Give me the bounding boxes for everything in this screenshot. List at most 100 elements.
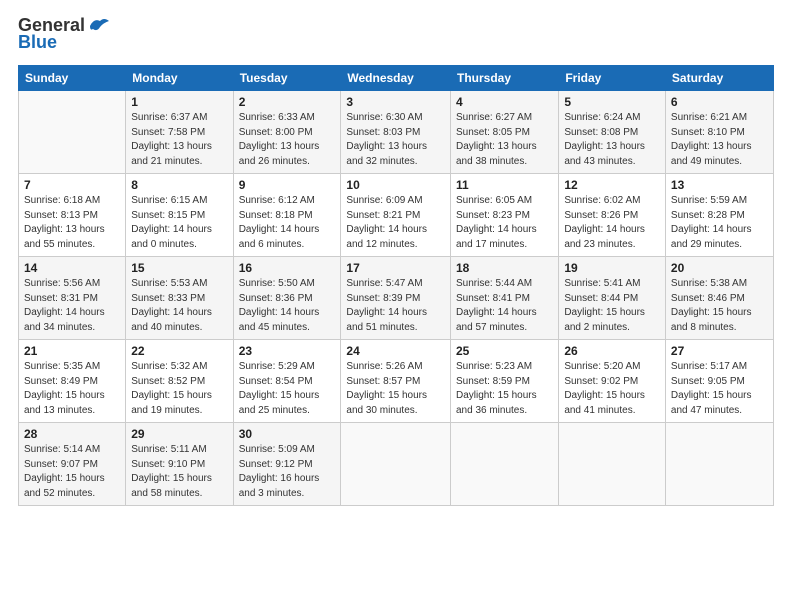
calendar-week-row: 7 Sunrise: 6:18 AMSunset: 8:13 PMDaylight…	[19, 174, 774, 257]
calendar-cell	[559, 423, 666, 506]
day-info: Sunrise: 5:41 AMSunset: 8:44 PMDaylight:…	[564, 277, 660, 335]
calendar-cell: 16 Sunrise: 5:50 AMSunset: 8:36 PMDayligh…	[233, 257, 341, 340]
day-info: Sunrise: 6:24 AMSunset: 8:08 PMDaylight:…	[564, 111, 660, 169]
calendar-week-row: 14 Sunrise: 5:56 AMSunset: 8:31 PMDayligh…	[19, 257, 774, 340]
calendar-cell: 4 Sunrise: 6:27 AMSunset: 8:05 PMDaylight…	[450, 91, 558, 174]
calendar-cell: 18 Sunrise: 5:44 AMSunset: 8:41 PMDayligh…	[450, 257, 558, 340]
day-info: Sunrise: 6:05 AMSunset: 8:23 PMDaylight:…	[456, 194, 553, 252]
day-info: Sunrise: 5:53 AMSunset: 8:33 PMDaylight:…	[131, 277, 227, 335]
calendar-cell: 2 Sunrise: 6:33 AMSunset: 8:00 PMDaylight…	[233, 91, 341, 174]
day-info: Sunrise: 5:35 AMSunset: 8:49 PMDaylight:…	[24, 360, 120, 418]
day-info: Sunrise: 6:21 AMSunset: 8:10 PMDaylight:…	[671, 111, 768, 169]
day-info: Sunrise: 6:15 AMSunset: 8:15 PMDaylight:…	[131, 194, 227, 252]
day-number: 15	[131, 261, 227, 275]
day-info: Sunrise: 5:29 AMSunset: 8:54 PMDaylight:…	[239, 360, 336, 418]
calendar-cell: 12 Sunrise: 6:02 AMSunset: 8:26 PMDayligh…	[559, 174, 666, 257]
day-info: Sunrise: 6:37 AMSunset: 7:58 PMDaylight:…	[131, 111, 227, 169]
day-number: 12	[564, 178, 660, 192]
header: General Blue	[18, 16, 774, 53]
day-number: 13	[671, 178, 768, 192]
day-number: 27	[671, 344, 768, 358]
day-number: 23	[239, 344, 336, 358]
day-info: Sunrise: 5:56 AMSunset: 8:31 PMDaylight:…	[24, 277, 120, 335]
day-number: 2	[239, 95, 336, 109]
weekday-header-wednesday: Wednesday	[341, 66, 451, 91]
day-info: Sunrise: 5:23 AMSunset: 8:59 PMDaylight:…	[456, 360, 553, 418]
day-number: 25	[456, 344, 553, 358]
calendar-cell: 5 Sunrise: 6:24 AMSunset: 8:08 PMDaylight…	[559, 91, 666, 174]
calendar-cell: 27 Sunrise: 5:17 AMSunset: 9:05 PMDayligh…	[665, 340, 773, 423]
day-info: Sunrise: 5:20 AMSunset: 9:02 PMDaylight:…	[564, 360, 660, 418]
day-number: 7	[24, 178, 120, 192]
day-number: 10	[346, 178, 445, 192]
calendar-cell	[19, 91, 126, 174]
day-number: 24	[346, 344, 445, 358]
day-number: 6	[671, 95, 768, 109]
day-info: Sunrise: 5:38 AMSunset: 8:46 PMDaylight:…	[671, 277, 768, 335]
day-info: Sunrise: 5:44 AMSunset: 8:41 PMDaylight:…	[456, 277, 553, 335]
logo: General Blue	[18, 16, 109, 53]
calendar-cell: 15 Sunrise: 5:53 AMSunset: 8:33 PMDayligh…	[126, 257, 233, 340]
calendar-cell: 25 Sunrise: 5:23 AMSunset: 8:59 PMDayligh…	[450, 340, 558, 423]
calendar-cell: 19 Sunrise: 5:41 AMSunset: 8:44 PMDayligh…	[559, 257, 666, 340]
day-number: 1	[131, 95, 227, 109]
weekday-header-saturday: Saturday	[665, 66, 773, 91]
day-number: 9	[239, 178, 336, 192]
day-info: Sunrise: 6:33 AMSunset: 8:00 PMDaylight:…	[239, 111, 336, 169]
calendar-cell: 23 Sunrise: 5:29 AMSunset: 8:54 PMDayligh…	[233, 340, 341, 423]
day-info: Sunrise: 6:18 AMSunset: 8:13 PMDaylight:…	[24, 194, 120, 252]
day-number: 16	[239, 261, 336, 275]
calendar-cell: 20 Sunrise: 5:38 AMSunset: 8:46 PMDayligh…	[665, 257, 773, 340]
calendar-cell: 29Sunrise: 5:11 AMSunset: 9:10 PMDayligh…	[126, 423, 233, 506]
calendar-cell: 3 Sunrise: 6:30 AMSunset: 8:03 PMDaylight…	[341, 91, 451, 174]
day-info: Sunrise: 5:17 AMSunset: 9:05 PMDaylight:…	[671, 360, 768, 418]
day-info: Sunrise: 5:47 AMSunset: 8:39 PMDaylight:…	[346, 277, 445, 335]
day-number: 4	[456, 95, 553, 109]
calendar-cell: 11 Sunrise: 6:05 AMSunset: 8:23 PMDayligh…	[450, 174, 558, 257]
logo-blue-text: Blue	[18, 32, 57, 53]
day-number: 5	[564, 95, 660, 109]
calendar-cell: 1 Sunrise: 6:37 AMSunset: 7:58 PMDaylight…	[126, 91, 233, 174]
calendar-cell: 30 Sunrise: 5:09 AMSunset: 9:12 PMDayligh…	[233, 423, 341, 506]
day-info: Sunrise: 5:50 AMSunset: 8:36 PMDaylight:…	[239, 277, 336, 335]
day-number: 19	[564, 261, 660, 275]
day-number: 17	[346, 261, 445, 275]
weekday-header-monday: Monday	[126, 66, 233, 91]
day-info: Sunrise: 6:30 AMSunset: 8:03 PMDaylight:…	[346, 111, 445, 169]
day-number: 18	[456, 261, 553, 275]
calendar-cell: 8 Sunrise: 6:15 AMSunset: 8:15 PMDaylight…	[126, 174, 233, 257]
day-number: 8	[131, 178, 227, 192]
day-number: 26	[564, 344, 660, 358]
day-info: Sunrise: 6:02 AMSunset: 8:26 PMDaylight:…	[564, 194, 660, 252]
day-number: 22	[131, 344, 227, 358]
calendar-cell	[341, 423, 451, 506]
page: General Blue SundayMondayTuesdayWednesda…	[0, 0, 792, 612]
calendar-week-row: 1 Sunrise: 6:37 AMSunset: 7:58 PMDaylight…	[19, 91, 774, 174]
logo-bird-icon	[87, 16, 109, 34]
day-number: 11	[456, 178, 553, 192]
day-info: Sunrise: 5:26 AMSunset: 8:57 PMDaylight:…	[346, 360, 445, 418]
weekday-header-sunday: Sunday	[19, 66, 126, 91]
day-number: 3	[346, 95, 445, 109]
calendar-cell: 28Sunrise: 5:14 AMSunset: 9:07 PMDayligh…	[19, 423, 126, 506]
calendar-cell: 6 Sunrise: 6:21 AMSunset: 8:10 PMDaylight…	[665, 91, 773, 174]
weekday-header-tuesday: Tuesday	[233, 66, 341, 91]
calendar-cell: 26 Sunrise: 5:20 AMSunset: 9:02 PMDayligh…	[559, 340, 666, 423]
day-info: Sunrise: 6:09 AMSunset: 8:21 PMDaylight:…	[346, 194, 445, 252]
day-number: 20	[671, 261, 768, 275]
day-info: Sunrise: 5:09 AMSunset: 9:12 PMDaylight:…	[239, 443, 336, 501]
weekday-header-friday: Friday	[559, 66, 666, 91]
day-info: Sunrise: 6:27 AMSunset: 8:05 PMDaylight:…	[456, 111, 553, 169]
day-info: Sunrise: 5:59 AMSunset: 8:28 PMDaylight:…	[671, 194, 768, 252]
calendar-cell: 24 Sunrise: 5:26 AMSunset: 8:57 PMDayligh…	[341, 340, 451, 423]
calendar-cell: 21Sunrise: 5:35 AMSunset: 8:49 PMDayligh…	[19, 340, 126, 423]
calendar-week-row: 28Sunrise: 5:14 AMSunset: 9:07 PMDayligh…	[19, 423, 774, 506]
calendar-cell: 13 Sunrise: 5:59 AMSunset: 8:28 PMDayligh…	[665, 174, 773, 257]
day-number: 14	[24, 261, 120, 275]
calendar-cell: 7 Sunrise: 6:18 AMSunset: 8:13 PMDaylight…	[19, 174, 126, 257]
calendar-cell	[450, 423, 558, 506]
day-number: 30	[239, 427, 336, 441]
calendar-week-row: 21Sunrise: 5:35 AMSunset: 8:49 PMDayligh…	[19, 340, 774, 423]
calendar-cell: 17 Sunrise: 5:47 AMSunset: 8:39 PMDayligh…	[341, 257, 451, 340]
calendar-cell: 9Sunrise: 6:12 AMSunset: 8:18 PMDaylight…	[233, 174, 341, 257]
